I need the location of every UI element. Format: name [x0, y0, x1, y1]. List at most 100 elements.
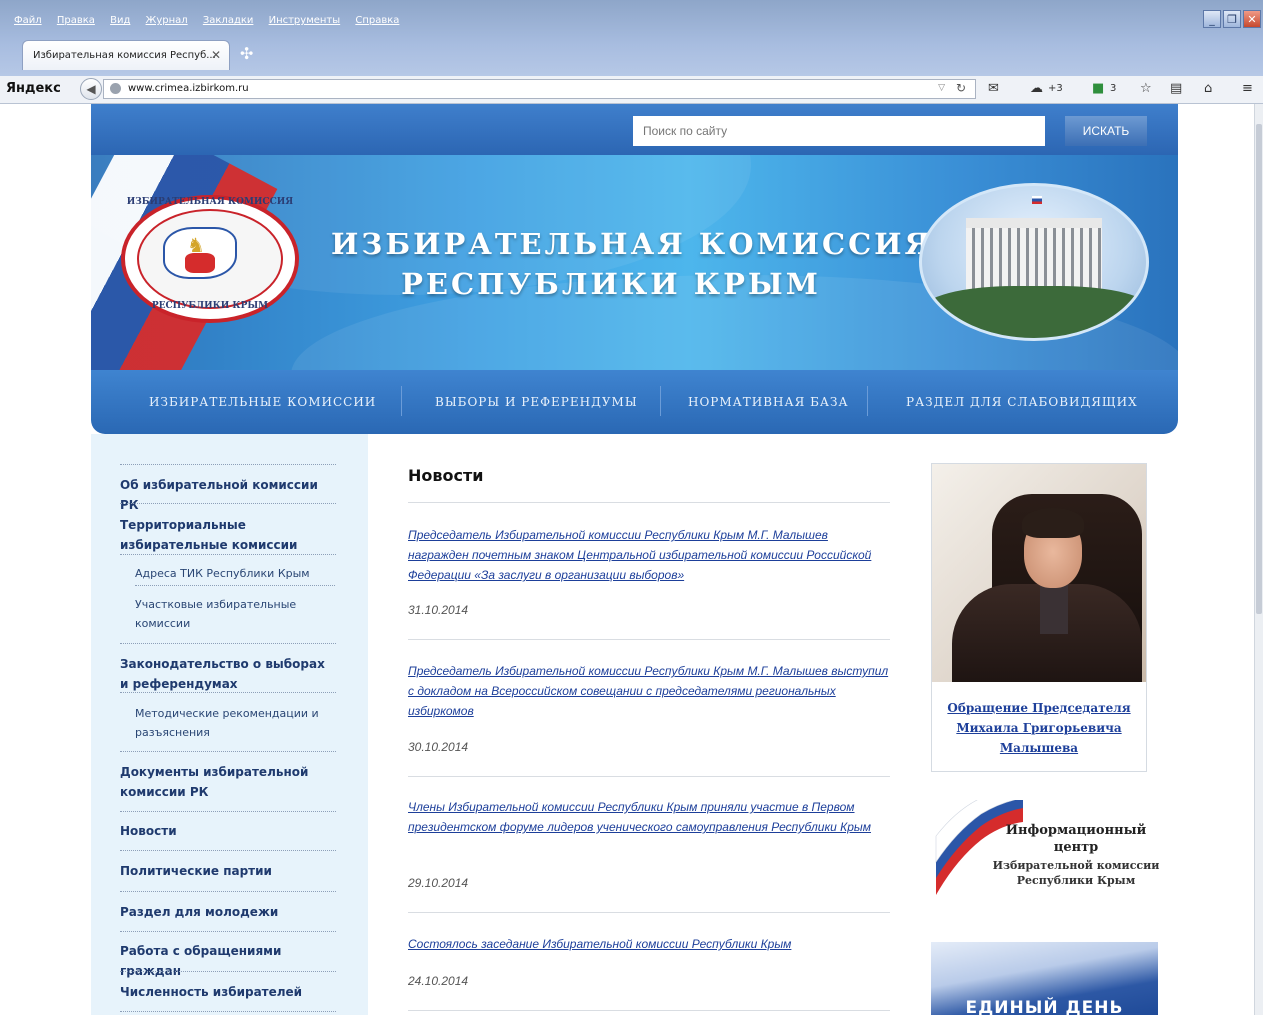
- chairman-address-box: Обращение Председателя Михаила Григорьев…: [931, 463, 1147, 772]
- news-item-link[interactable]: Председатель Избирательной комиссии Респ…: [408, 525, 890, 585]
- menu-tools[interactable]: Инструменты: [269, 15, 341, 26]
- menu-bookmarks[interactable]: Закладки: [203, 15, 254, 26]
- sidebar-item-political-parties[interactable]: Политические партии: [120, 861, 336, 881]
- news-item-date: 30.10.2014: [408, 740, 469, 754]
- emblem-text-top: ИЗБИРАТЕЛЬНАЯ КОМИССИЯ: [126, 197, 294, 207]
- unified-voting-day-banner[interactable]: ЕДИНЫЙ ДЕНЬ: [931, 942, 1158, 1015]
- site-top-bar: ИСКАТЬ: [91, 104, 1178, 155]
- url-dropdown-icon[interactable]: ▽: [938, 83, 945, 93]
- nav-separator: [660, 386, 661, 416]
- badge-count: 3: [1110, 83, 1117, 94]
- news-item-date: 29.10.2014: [408, 876, 469, 890]
- chairman-photo[interactable]: [932, 464, 1146, 682]
- menu-icon[interactable]: ≡: [1242, 81, 1253, 96]
- browser-navbar: Яндекс ◀ www.crimea.izbirkom.ru ▽ ↻ ✉ ☁ …: [0, 76, 1263, 104]
- search-button[interactable]: ИСКАТЬ: [1065, 116, 1147, 146]
- sidebar-item-documents[interactable]: Документы избирательной комиссии РК: [120, 762, 336, 802]
- site-title-line1: ИЗБИРАТЕЛЬНАЯ КОМИССИЯ: [331, 227, 934, 261]
- tab-close-icon[interactable]: ✕: [211, 48, 221, 62]
- sidebar-divider: [120, 891, 336, 892]
- info-center-title: Информационный центр: [1005, 823, 1147, 855]
- sidebar-item-voter-count[interactable]: Численность избирателей: [120, 982, 336, 1002]
- news-divider: [408, 502, 890, 503]
- site-title-line2: РЕСПУБЛИКИ КРЫМ: [401, 267, 821, 301]
- browser-menubar: Файл Правка Вид Журнал Закладки Инструме…: [14, 15, 411, 26]
- nav-separator: [401, 386, 402, 416]
- menu-view[interactable]: Вид: [110, 15, 130, 26]
- sidebar-divider: [120, 850, 336, 851]
- cloud-count: +3: [1048, 83, 1063, 94]
- parliament-building-image: [919, 183, 1149, 341]
- mail-icon[interactable]: ✉: [988, 81, 999, 96]
- news-item-link[interactable]: Состоялось заседание Избирательной комис…: [408, 934, 890, 954]
- menu-help[interactable]: Справка: [355, 15, 399, 26]
- globe-icon: [110, 83, 121, 94]
- bookmarks-icon[interactable]: ▤: [1170, 81, 1182, 96]
- restore-button[interactable]: ❐: [1223, 10, 1241, 28]
- emblem-logo[interactable]: ИЗБИРАТЕЛЬНАЯ КОМИССИЯ ♞ РЕСПУБЛИКИ КРЫМ: [121, 195, 299, 323]
- menu-file[interactable]: Файл: [14, 15, 42, 26]
- new-tab-icon[interactable]: ✣: [240, 44, 253, 63]
- chairman-address-link[interactable]: Обращение Председателя Михаила Григорьев…: [940, 698, 1138, 758]
- sidebar-item-youth[interactable]: Раздел для молодежи: [120, 902, 336, 922]
- scrollbar[interactable]: [1254, 104, 1263, 1015]
- search-input[interactable]: [633, 116, 1045, 146]
- menu-history[interactable]: Журнал: [146, 15, 188, 26]
- minimize-button[interactable]: _: [1203, 10, 1221, 28]
- news-item-date: 24.10.2014: [408, 974, 469, 988]
- window-controls: _ ❐ ✕: [1203, 10, 1261, 28]
- news-heading: Новости: [408, 466, 484, 485]
- nav-election-commissions[interactable]: ИЗБИРАТЕЛЬНЫЕ КОМИССИИ: [149, 395, 376, 409]
- back-button[interactable]: ◀: [80, 78, 102, 100]
- site-banner: ИЗБИРАТЕЛЬНАЯ КОМИССИЯ ♞ РЕСПУБЛИКИ КРЫМ…: [91, 155, 1178, 370]
- home-icon[interactable]: ⌂: [1204, 81, 1212, 96]
- sidebar-subitem-guidelines[interactable]: Методические рекомендации и разъяснения: [135, 704, 335, 742]
- sidebar-divider: [120, 751, 336, 752]
- sidebar-divider: [120, 692, 336, 693]
- yandex-logo[interactable]: Яндекс: [6, 81, 61, 96]
- sidebar-item-legislation[interactable]: Законодательство о выборах и референдума…: [120, 654, 336, 694]
- sidebar-subitem-tik-addresses[interactable]: Адреса ТИК Республики Крым: [135, 564, 335, 583]
- griffin-icon: ♞: [187, 233, 205, 257]
- scrollbar-thumb[interactable]: [1256, 124, 1262, 614]
- nav-legal-base[interactable]: НОРМАТИВНАЯ БАЗА: [688, 395, 849, 409]
- star-icon[interactable]: ☆: [1140, 81, 1152, 96]
- weather-icon[interactable]: ■: [1092, 81, 1104, 96]
- building-flag: [1032, 196, 1042, 204]
- sidebar-subitem-precinct-commissions[interactable]: Участковые избирательные комиссии: [135, 595, 335, 633]
- info-center-subtitle: Избирательной комиссии Республики Крым: [992, 859, 1160, 887]
- address-bar[interactable]: www.crimea.izbirkom.ru ▽ ↻: [103, 79, 976, 99]
- close-window-button[interactable]: ✕: [1243, 10, 1261, 28]
- sidebar-item-territorial-commissions[interactable]: Территориальные избирательные комиссии: [120, 515, 336, 555]
- cloud-icon[interactable]: ☁: [1030, 81, 1043, 96]
- sidebar-divider: [120, 464, 336, 465]
- browser-tab[interactable]: Избирательная комиссия Респуб... ✕: [22, 40, 230, 70]
- sidebar-divider: [120, 503, 336, 504]
- sidebar-item-citizen-appeals[interactable]: Работа с обращениями граждан: [120, 941, 336, 981]
- unified-voting-day-text: ЕДИНЫЙ ДЕНЬ: [965, 998, 1124, 1015]
- news-divider: [408, 912, 890, 913]
- news-divider: [408, 639, 890, 640]
- news-item-link[interactable]: Члены Избирательной комиссии Республики …: [408, 797, 890, 837]
- main-navigation: ИЗБИРАТЕЛЬНЫЕ КОМИССИИ ВЫБОРЫ И РЕФЕРЕНД…: [91, 370, 1178, 434]
- sidebar-item-about[interactable]: Об избирательной комиссии РК: [120, 475, 336, 515]
- reload-icon[interactable]: ↻: [956, 81, 966, 95]
- sidebar-divider: [120, 1011, 336, 1012]
- sidebar-divider: [120, 931, 336, 932]
- nav-separator: [867, 386, 868, 416]
- tab-title: Избирательная комиссия Респуб...: [33, 50, 216, 61]
- sidebar-divider: [120, 554, 336, 555]
- browser-titlebar: Файл Правка Вид Журнал Закладки Инструме…: [0, 0, 1263, 76]
- chairman-photo-shirt: [1040, 584, 1068, 634]
- news-item-link[interactable]: Председатель Избирательной комиссии Респ…: [408, 661, 890, 721]
- nav-elections-referendums[interactable]: ВЫБОРЫ И РЕФЕРЕНДУМЫ: [435, 395, 638, 409]
- sidebar-divider: [135, 585, 335, 586]
- news-divider: [408, 1010, 890, 1011]
- menu-edit[interactable]: Правка: [57, 15, 95, 26]
- nav-visually-impaired[interactable]: РАЗДЕЛ ДЛЯ СЛАБОВИДЯЩИХ: [906, 395, 1138, 409]
- sidebar-item-news[interactable]: Новости: [120, 821, 336, 841]
- sidebar-divider: [120, 643, 336, 644]
- url-text[interactable]: www.crimea.izbirkom.ru: [128, 83, 249, 94]
- info-center-banner[interactable]: Информационный центр Избирательной комис…: [931, 800, 1161, 905]
- emblem-text-bottom: РЕСПУБЛИКИ КРЫМ: [151, 301, 269, 311]
